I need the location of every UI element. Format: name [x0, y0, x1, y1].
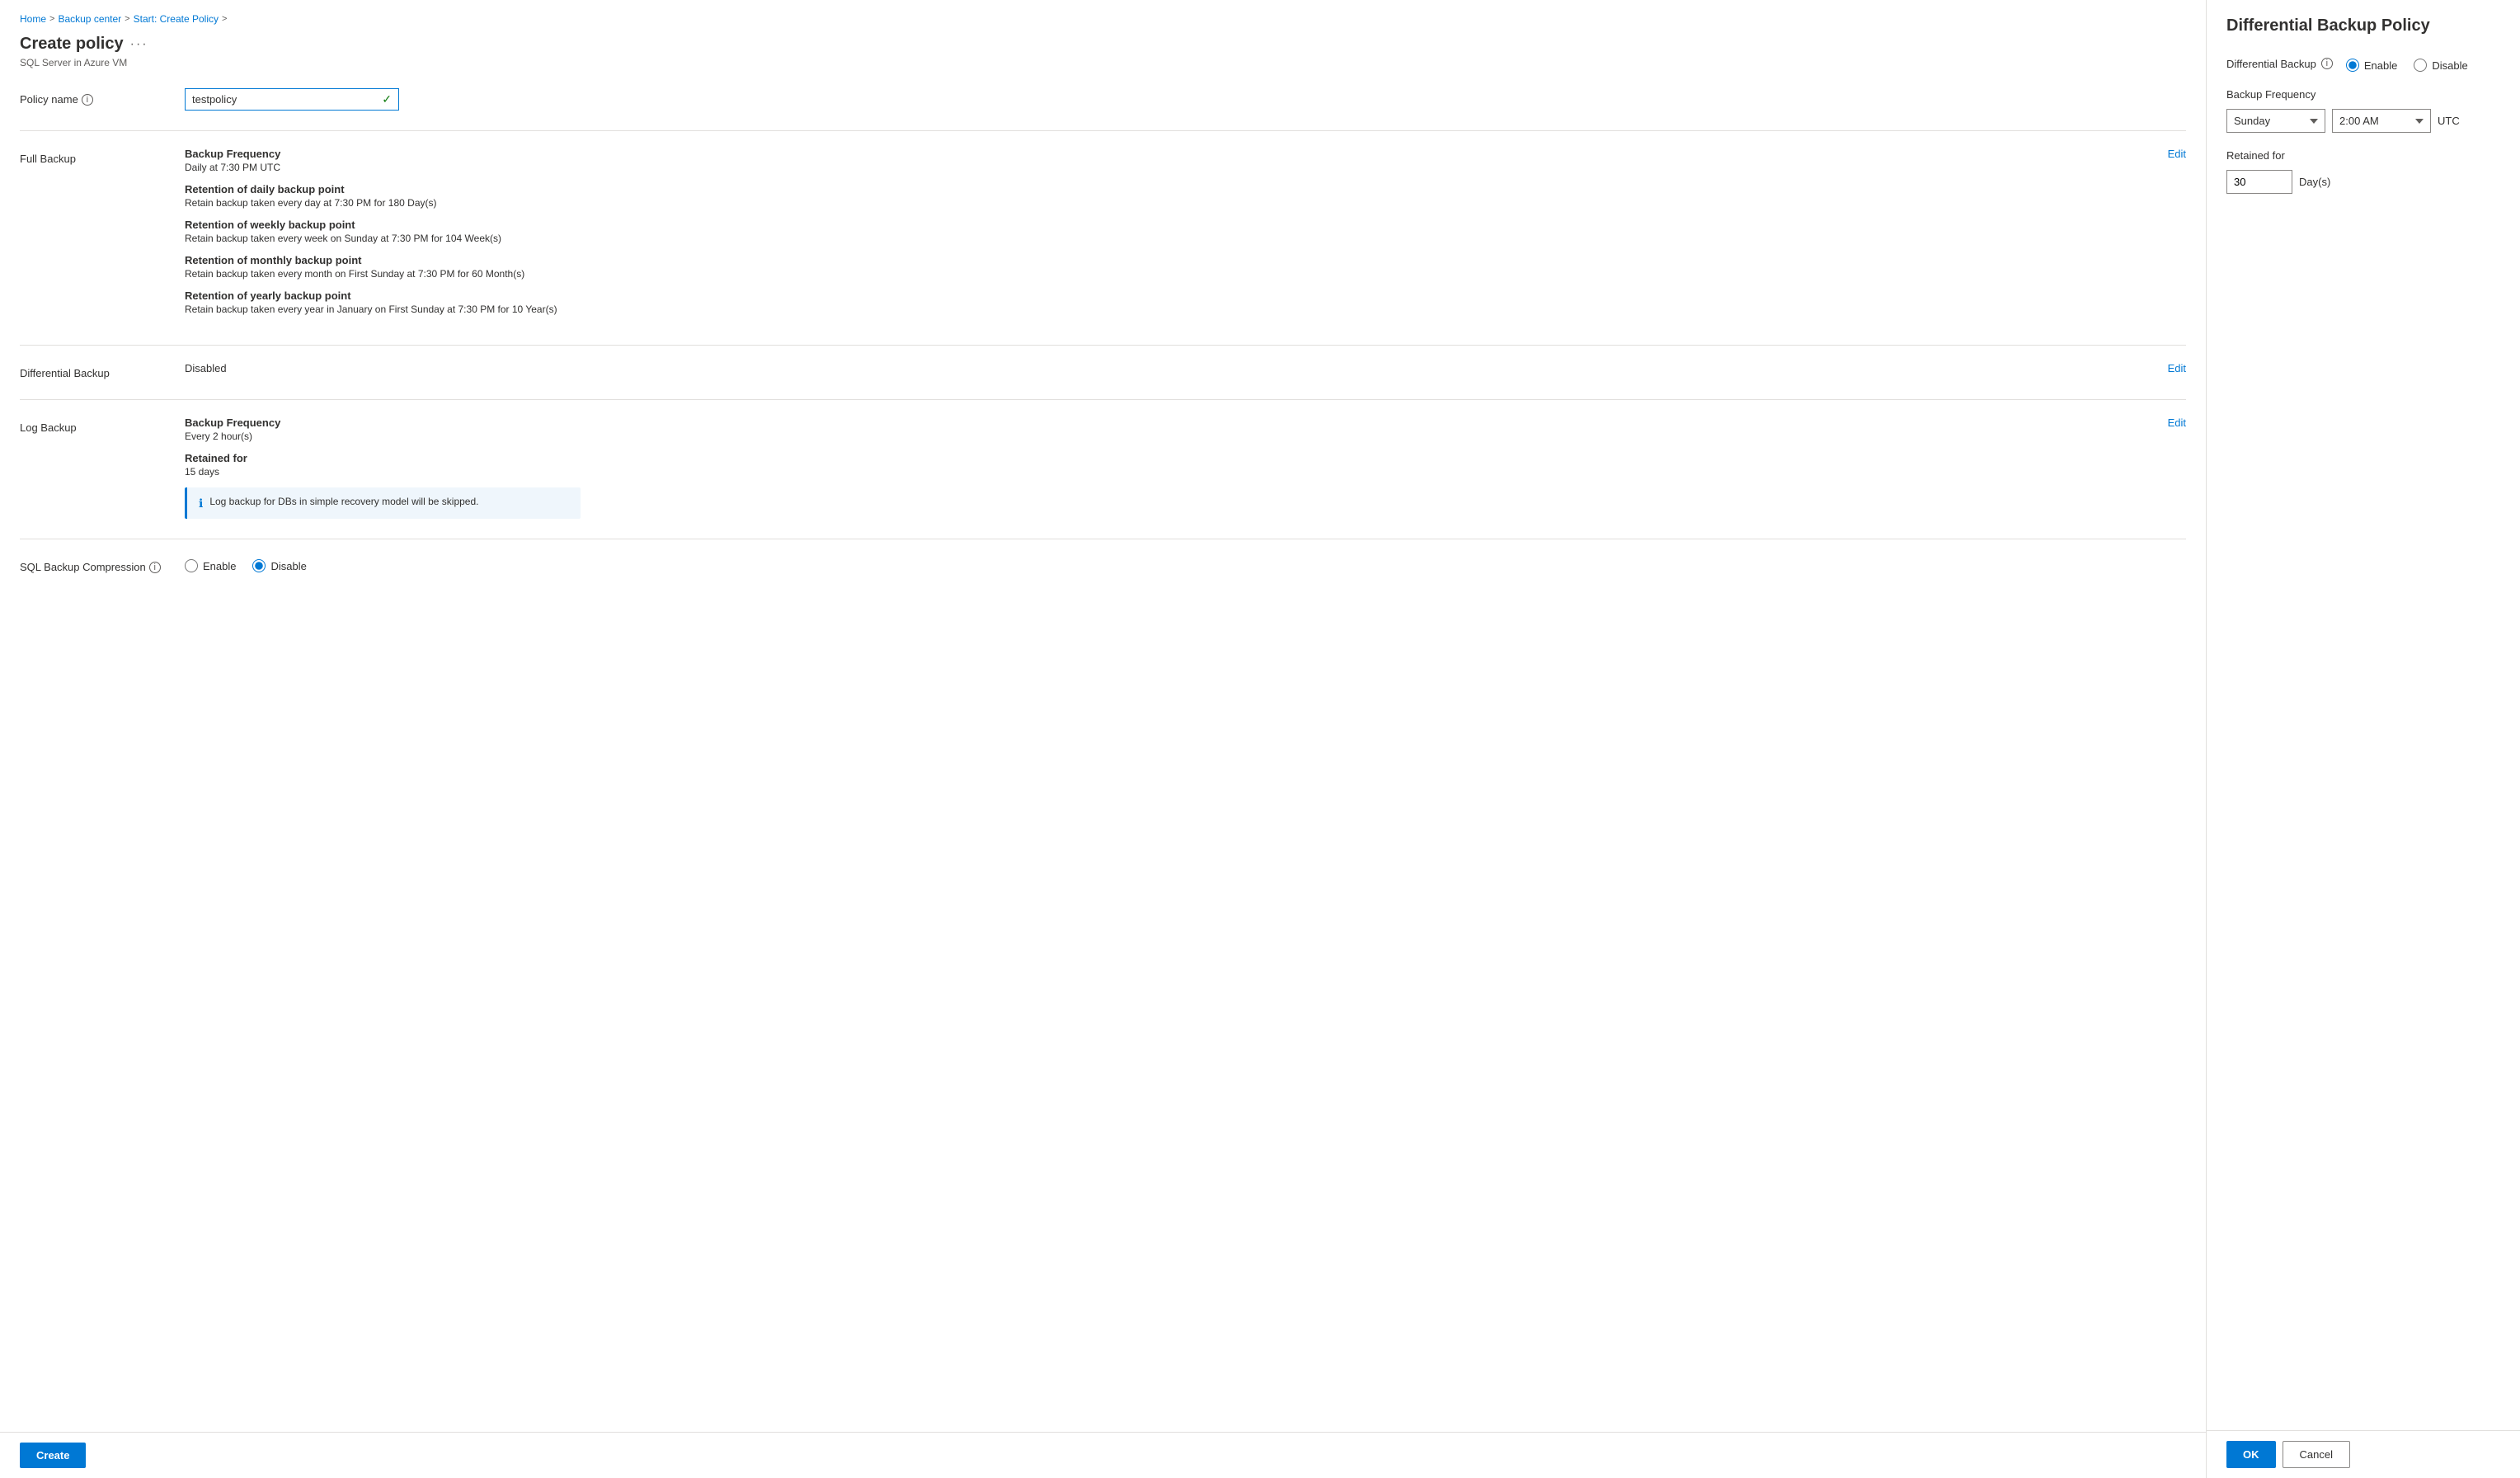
right-frequency-dropdown[interactable]: Sunday Monday Tuesday Wednesday Thursday… — [2226, 109, 2325, 133]
right-panel: Differential Backup Policy Differential … — [2207, 0, 2520, 1478]
more-options-button[interactable]: ··· — [130, 37, 148, 52]
log-backup-row: Log Backup Backup Frequency Every 2 hour… — [20, 417, 2186, 519]
full-backup-frequency-block: Backup Frequency Daily at 7:30 PM UTC — [185, 148, 2155, 173]
full-backup-retention-daily-block: Retention of daily backup point Retain b… — [185, 183, 2155, 209]
info-icon: ℹ — [199, 497, 203, 511]
differential-backup-status: Disabled — [185, 362, 227, 374]
full-backup-retention-yearly-title: Retention of yearly backup point — [185, 289, 2155, 302]
full-backup-retention-weekly-block: Retention of weekly backup point Retain … — [185, 219, 2155, 244]
policy-name-content: ✓ — [185, 88, 2186, 111]
sql-compression-radio-group: Enable Disable — [185, 556, 2186, 572]
ok-button[interactable]: OK — [2226, 1441, 2276, 1468]
right-differential-info-icon[interactable]: i — [2321, 58, 2333, 69]
right-retained-label: Retained for — [2226, 149, 2500, 162]
breadcrumb-sep1: > — [49, 14, 54, 24]
log-backup-frequency-value: Every 2 hour(s) — [185, 431, 2155, 442]
right-retained-input[interactable] — [2226, 170, 2292, 194]
right-differential-enable-radio[interactable] — [2346, 59, 2359, 72]
sql-compression-enable-label: Enable — [203, 560, 236, 572]
right-retained-unit: Day(s) — [2299, 176, 2330, 188]
differential-backup-row: Differential Backup Disabled Edit — [20, 362, 2186, 379]
log-backup-retained-title: Retained for — [185, 452, 2155, 464]
log-backup-retained-block: Retained for 15 days — [185, 452, 2155, 478]
right-panel-title: Differential Backup Policy — [2226, 16, 2500, 35]
right-differential-radio-group: Enable Disable — [2346, 55, 2468, 72]
right-differential-disable-label: Disable — [2432, 59, 2467, 72]
bottom-bar: Create — [0, 1432, 2206, 1478]
right-bottom-bar: OK Cancel — [2207, 1430, 2520, 1478]
log-backup-frequency-block: Backup Frequency Every 2 hour(s) — [185, 417, 2155, 442]
full-backup-retention-daily-value: Retain backup taken every day at 7:30 PM… — [185, 197, 2155, 209]
breadcrumb-sep2: > — [125, 14, 129, 24]
sql-compression-row: SQL Backup Compression i Enable Disable — [20, 556, 2186, 573]
policy-name-info-icon[interactable]: i — [82, 94, 93, 106]
sql-compression-disable-option[interactable]: Disable — [252, 559, 306, 572]
log-backup-details: Backup Frequency Every 2 hour(s) Retaine… — [185, 417, 2155, 519]
cancel-button[interactable]: Cancel — [2283, 1441, 2350, 1468]
full-backup-details: Backup Frequency Daily at 7:30 PM UTC Re… — [185, 148, 2155, 325]
full-backup-content: Backup Frequency Daily at 7:30 PM UTC Re… — [185, 148, 2186, 325]
policy-name-checkmark: ✓ — [382, 92, 398, 106]
right-differential-disable-radio[interactable] — [2414, 59, 2427, 72]
right-differential-row: Differential Backup i Enable Disable — [2226, 55, 2500, 72]
sql-compression-enable-option[interactable]: Enable — [185, 559, 236, 572]
create-button[interactable]: Create — [20, 1443, 86, 1468]
full-backup-retention-yearly-block: Retention of yearly backup point Retain … — [185, 289, 2155, 315]
breadcrumb-sep3: > — [222, 14, 227, 24]
full-backup-retention-daily-title: Retention of daily backup point — [185, 183, 2155, 195]
log-backup-frequency-title: Backup Frequency — [185, 417, 2155, 429]
full-backup-retention-yearly-value: Retain backup taken every year in Januar… — [185, 304, 2155, 315]
right-differential-enable-option[interactable]: Enable — [2346, 59, 2397, 72]
breadcrumb-home[interactable]: Home — [20, 13, 46, 25]
breadcrumb-backup-center[interactable]: Backup center — [58, 13, 121, 25]
log-backup-retained-value: 15 days — [185, 466, 2155, 478]
right-time-dropdown[interactable]: 12:00 AM 1:00 AM 2:00 AM 3:00 AM 4:00 AM… — [2332, 109, 2431, 133]
right-retained-input-row: Day(s) — [2226, 170, 2500, 194]
right-retained-row: Retained for Day(s) — [2226, 149, 2500, 194]
sql-compression-disable-radio[interactable] — [252, 559, 266, 572]
page-subtitle: SQL Server in Azure VM — [20, 57, 2186, 68]
page-title: Create policy — [20, 35, 124, 54]
right-dropdown-row: Sunday Monday Tuesday Wednesday Thursday… — [2226, 109, 2500, 133]
full-backup-label: Full Backup — [20, 148, 185, 165]
full-backup-retention-monthly-block: Retention of monthly backup point Retain… — [185, 254, 2155, 280]
right-backup-frequency-label: Backup Frequency — [2226, 88, 2500, 101]
full-backup-retention-monthly-title: Retention of monthly backup point — [185, 254, 2155, 266]
full-backup-frequency-title: Backup Frequency — [185, 148, 2155, 160]
right-backup-frequency-row: Backup Frequency Sunday Monday Tuesday W… — [2226, 88, 2500, 133]
log-backup-info-box: ℹ Log backup for DBs in simple recovery … — [185, 487, 581, 519]
breadcrumb-start-create: Start: Create Policy — [134, 13, 219, 25]
right-differential-label: Differential Backup i — [2226, 58, 2333, 70]
right-utc-label: UTC — [2438, 115, 2460, 127]
policy-name-label: Policy name i — [20, 88, 185, 106]
differential-backup-label: Differential Backup — [20, 362, 185, 379]
log-backup-info-text: Log backup for DBs in simple recovery mo… — [209, 496, 478, 507]
right-differential-enable-label: Enable — [2364, 59, 2397, 72]
log-backup-content: Backup Frequency Every 2 hour(s) Retaine… — [185, 417, 2186, 519]
differential-backup-content: Disabled Edit — [185, 362, 2186, 374]
sql-compression-enable-radio[interactable] — [185, 559, 198, 572]
full-backup-frequency-value: Daily at 7:30 PM UTC — [185, 162, 2155, 173]
policy-name-row: Policy name i ✓ — [20, 88, 2186, 111]
full-backup-retention-weekly-value: Retain backup taken every week on Sunday… — [185, 233, 2155, 244]
full-backup-retention-weekly-title: Retention of weekly backup point — [185, 219, 2155, 231]
left-panel: Home > Backup center > Start: Create Pol… — [0, 0, 2207, 1478]
breadcrumb: Home > Backup center > Start: Create Pol… — [20, 13, 2186, 25]
full-backup-edit-link[interactable]: Edit — [2168, 148, 2186, 160]
log-backup-label: Log Backup — [20, 417, 185, 434]
full-backup-row: Full Backup Backup Frequency Daily at 7:… — [20, 148, 2186, 325]
differential-backup-edit-link[interactable]: Edit — [2168, 362, 2186, 374]
sql-compression-disable-label: Disable — [270, 560, 306, 572]
full-backup-retention-monthly-value: Retain backup taken every month on First… — [185, 268, 2155, 280]
sql-compression-content: Enable Disable — [185, 556, 2186, 572]
log-backup-edit-link[interactable]: Edit — [2168, 417, 2186, 429]
right-differential-disable-option[interactable]: Disable — [2414, 59, 2467, 72]
sql-compression-info-icon[interactable]: i — [149, 562, 161, 573]
sql-compression-label: SQL Backup Compression i — [20, 556, 185, 573]
policy-name-input[interactable] — [186, 89, 382, 110]
